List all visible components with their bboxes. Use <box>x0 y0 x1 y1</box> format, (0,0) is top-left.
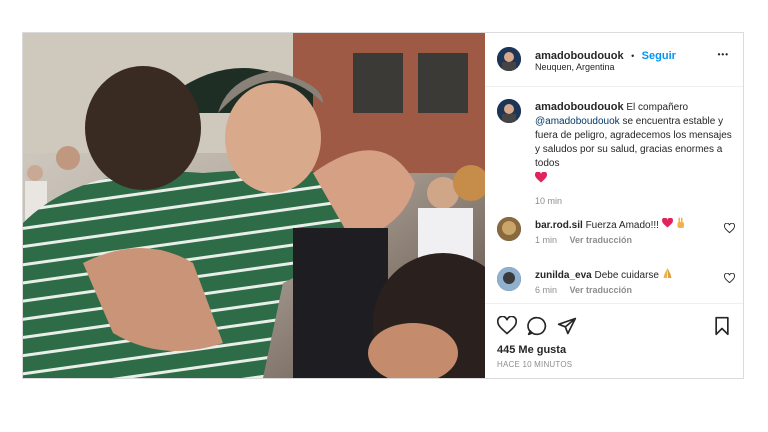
comment-time: 6 min <box>535 285 558 295</box>
comment-username[interactable]: bar.rod.sil <box>535 220 583 231</box>
caption-mention[interactable]: @amadoboudouok <box>535 116 620 127</box>
author-username[interactable]: amadoboudouok <box>535 50 624 62</box>
post-location[interactable]: Neuquen, Argentina <box>535 62 615 72</box>
comment-time: 1 min <box>535 235 558 245</box>
comment-bubble-icon[interactable] <box>527 316 547 336</box>
like-comment-heart-icon[interactable] <box>724 223 735 234</box>
author-avatar[interactable] <box>497 47 521 71</box>
caption-text-before: El compañero <box>626 102 689 113</box>
caption-username[interactable]: amadoboudouok <box>535 101 624 113</box>
comment-username[interactable]: zunilda_eva <box>535 270 592 281</box>
comment-text: zunilda_eva Debe cuidarse <box>535 267 725 284</box>
post-sidebar: amadoboudouok • Seguir Neuquen, Argentin… <box>485 33 743 378</box>
comment-meta: 1 min Ver traducción <box>535 235 642 245</box>
comment-item: bar.rod.sil Fuerza Amado!!! 1 min Ver tr… <box>497 217 741 257</box>
post-header: amadoboudouok • Seguir Neuquen, Argentin… <box>485 33 743 87</box>
post-timestamp: HACE 10 MINUTOS <box>497 360 573 369</box>
folded-hands-icon <box>662 267 673 284</box>
save-bookmark-icon[interactable] <box>713 316 731 336</box>
separator-dot: • <box>631 51 635 61</box>
more-options-icon[interactable]: ••• <box>718 50 729 59</box>
victory-hand-icon <box>676 217 686 234</box>
like-comment-heart-icon[interactable] <box>724 273 735 284</box>
post-actions: 445 Me gusta HACE 10 MINUTOS <box>485 303 743 379</box>
post-caption: amadoboudouok El compañero @amadoboudouo… <box>534 100 735 208</box>
photo-image <box>23 33 485 378</box>
like-heart-icon[interactable] <box>497 316 517 336</box>
translate-link[interactable]: Ver traducción <box>570 235 633 245</box>
comment-body: Fuerza Amado!!! <box>585 220 659 232</box>
comment-body: Debe cuidarse <box>594 270 659 282</box>
share-paper-plane-icon[interactable] <box>557 316 577 336</box>
follow-button[interactable]: Seguir <box>642 50 676 62</box>
translate-link[interactable]: Ver traducción <box>570 285 633 295</box>
commenter-avatar[interactable] <box>497 267 521 291</box>
commenter-avatar[interactable] <box>497 217 521 241</box>
comment-meta: 6 min Ver traducción <box>535 285 642 295</box>
comment-text: bar.rod.sil Fuerza Amado!!! <box>535 217 725 234</box>
caption-avatar[interactable] <box>497 99 521 123</box>
red-heart-icon <box>661 217 673 233</box>
likes-count[interactable]: 445 Me gusta <box>497 344 566 356</box>
comment-item: zunilda_eva Debe cuidarse 6 min Ver trad… <box>497 267 741 307</box>
post-photo[interactable] <box>23 33 485 378</box>
instagram-post: amadoboudouok • Seguir Neuquen, Argentin… <box>22 32 744 379</box>
red-heart-icon <box>534 171 735 188</box>
caption-time: 10 min <box>535 196 563 206</box>
